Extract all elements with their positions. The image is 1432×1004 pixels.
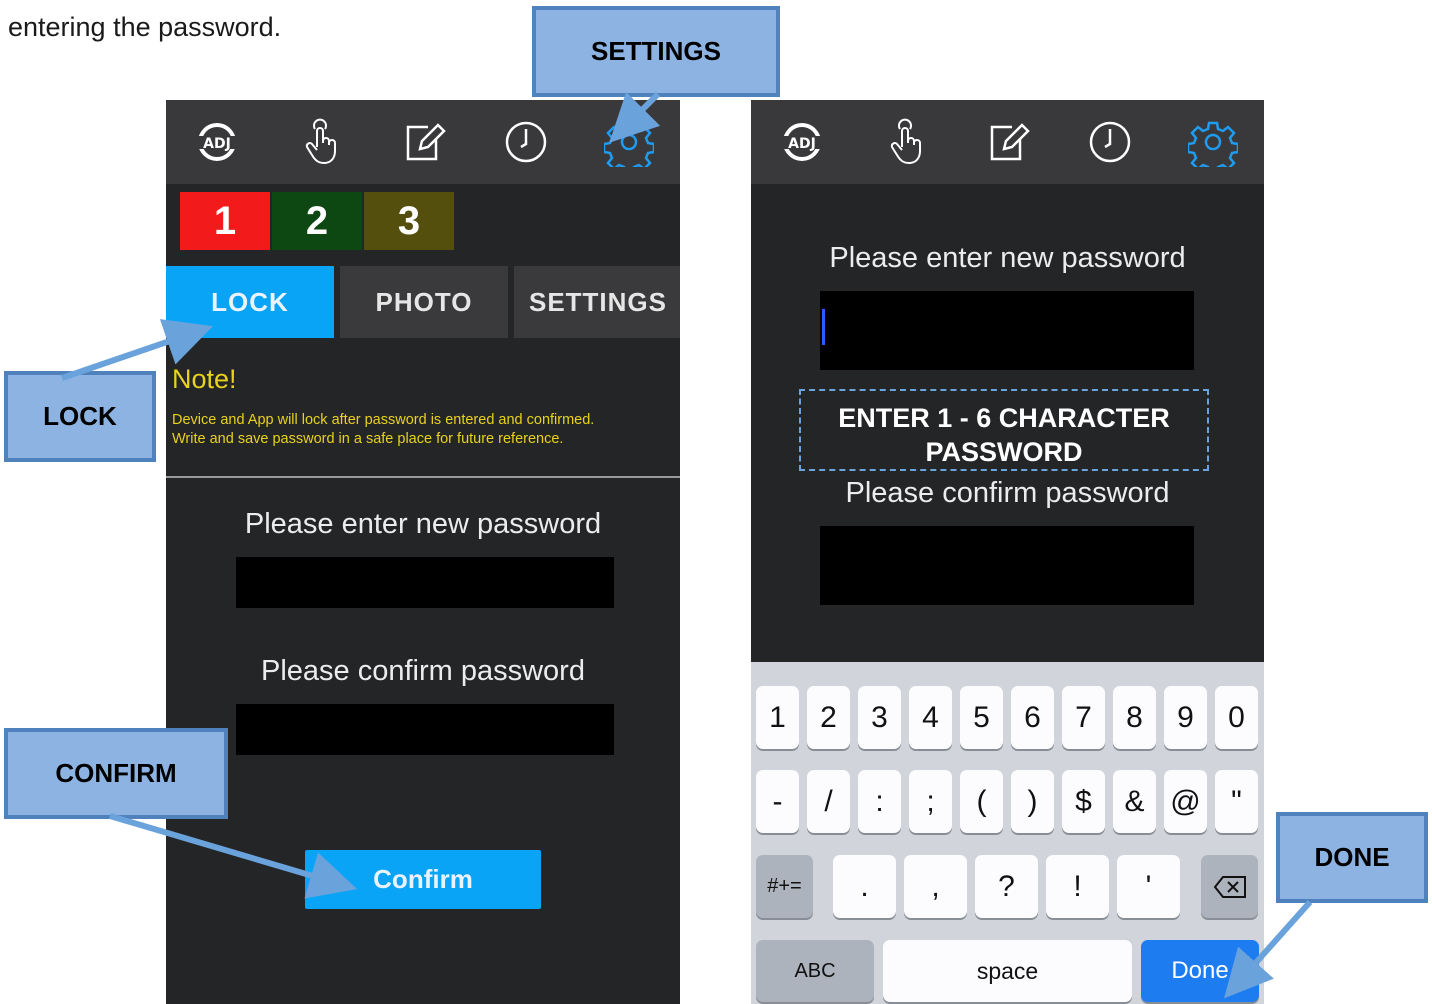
confirm-password-label: Please confirm password bbox=[845, 477, 1170, 509]
channel-selector: 1 2 3 bbox=[180, 192, 454, 250]
key-0[interactable]: 0 bbox=[1215, 686, 1258, 749]
key-exclamation[interactable]: ! bbox=[1046, 855, 1109, 918]
key-close-paren[interactable]: ) bbox=[1011, 770, 1054, 833]
key-semicolon[interactable]: ; bbox=[909, 770, 952, 833]
settings-gear-icon[interactable] bbox=[1187, 116, 1239, 168]
key-6[interactable]: 6 bbox=[1011, 686, 1054, 749]
callout-confirm: CONFIRM bbox=[4, 728, 228, 819]
divider bbox=[166, 476, 680, 478]
tab-settings[interactable]: SETTINGS bbox=[514, 266, 680, 338]
key-4[interactable]: 4 bbox=[909, 686, 952, 749]
key-1[interactable]: 1 bbox=[756, 686, 799, 749]
top-tab-bar: ADJ bbox=[166, 100, 680, 184]
key-7[interactable]: 7 bbox=[1062, 686, 1105, 749]
text-cursor bbox=[822, 309, 825, 345]
settings-gear-icon[interactable] bbox=[603, 116, 655, 168]
key-question[interactable]: ? bbox=[975, 855, 1038, 918]
edit-pencil-icon[interactable] bbox=[397, 116, 449, 168]
new-password-field[interactable] bbox=[236, 557, 614, 608]
confirm-button[interactable]: Confirm bbox=[305, 850, 541, 909]
touch-hand-icon[interactable] bbox=[294, 116, 346, 168]
top-tab-bar: ADJ bbox=[751, 100, 1264, 184]
note-text: Device and App will lock after password … bbox=[172, 411, 672, 448]
key-9[interactable]: 9 bbox=[1164, 686, 1207, 749]
confirm-password-field[interactable] bbox=[820, 526, 1194, 605]
backspace-icon bbox=[1213, 875, 1246, 898]
left-phone-screen: ADJ 1 2 3 LOCK PHOTO SETTINGS Note! Devi… bbox=[166, 100, 680, 1004]
space-key[interactable]: space bbox=[883, 940, 1132, 1002]
svg-text:ADJ: ADJ bbox=[788, 136, 816, 152]
callout-settings: SETTINGS bbox=[532, 6, 780, 97]
done-key[interactable]: Done bbox=[1141, 940, 1259, 1002]
note-line-2: Write and save password in a safe place … bbox=[172, 430, 564, 447]
clock-icon[interactable] bbox=[1084, 116, 1136, 168]
password-hint-note: ENTER 1 - 6 CHARACTER PASSWORD bbox=[799, 389, 1209, 471]
tab-photo[interactable]: PHOTO bbox=[340, 266, 508, 338]
new-password-field[interactable] bbox=[820, 291, 1194, 370]
key-8[interactable]: 8 bbox=[1113, 686, 1156, 749]
note-line-1: Device and App will lock after password … bbox=[172, 412, 595, 428]
key-open-paren[interactable]: ( bbox=[960, 770, 1003, 833]
new-password-label: Please enter new password bbox=[244, 508, 602, 540]
key-ampersand[interactable]: & bbox=[1113, 770, 1156, 833]
key-dollar[interactable]: $ bbox=[1062, 770, 1105, 833]
key-abc[interactable]: ABC bbox=[756, 940, 874, 1002]
backspace-key[interactable] bbox=[1201, 855, 1258, 918]
key-3[interactable]: 3 bbox=[858, 686, 901, 749]
intro-text: entering the password. bbox=[8, 12, 282, 42]
adj-logo-icon[interactable]: ADJ bbox=[191, 116, 243, 168]
key-symbols-shift[interactable]: #+= bbox=[756, 855, 813, 918]
key-at[interactable]: @ bbox=[1164, 770, 1207, 833]
clock-icon[interactable] bbox=[500, 116, 552, 168]
key-apostrophe[interactable]: ' bbox=[1117, 855, 1180, 918]
confirm-password-label: Please confirm password bbox=[261, 655, 585, 687]
key-comma[interactable]: , bbox=[904, 855, 967, 918]
right-phone-screen: ADJ Please enter new password Please con… bbox=[751, 100, 1264, 1004]
callout-done: DONE bbox=[1276, 812, 1428, 903]
channel-1[interactable]: 1 bbox=[180, 192, 270, 250]
new-password-label: Please enter new password bbox=[829, 242, 1186, 274]
key-2[interactable]: 2 bbox=[807, 686, 850, 749]
key-dash[interactable]: - bbox=[756, 770, 799, 833]
adj-logo-icon[interactable]: ADJ bbox=[776, 116, 828, 168]
confirm-password-field[interactable] bbox=[236, 704, 614, 755]
channel-2[interactable]: 2 bbox=[272, 192, 362, 250]
touch-hand-icon[interactable] bbox=[879, 116, 931, 168]
channel-3[interactable]: 3 bbox=[364, 192, 454, 250]
key-colon[interactable]: : bbox=[858, 770, 901, 833]
key-5[interactable]: 5 bbox=[960, 686, 1003, 749]
mode-segments: LOCK PHOTO SETTINGS bbox=[166, 266, 680, 338]
key-slash[interactable]: / bbox=[807, 770, 850, 833]
edit-pencil-icon[interactable] bbox=[981, 116, 1033, 168]
callout-lock: LOCK bbox=[4, 371, 156, 462]
numeric-keyboard: 1 2 3 4 5 6 7 8 9 0 - / : ; ( ) $ & @ " … bbox=[751, 662, 1264, 1004]
key-quote[interactable]: " bbox=[1215, 770, 1258, 833]
note-title: Note! bbox=[172, 364, 237, 394]
svg-text:ADJ: ADJ bbox=[204, 136, 232, 152]
key-period[interactable]: . bbox=[833, 855, 896, 918]
tab-lock[interactable]: LOCK bbox=[166, 266, 334, 338]
